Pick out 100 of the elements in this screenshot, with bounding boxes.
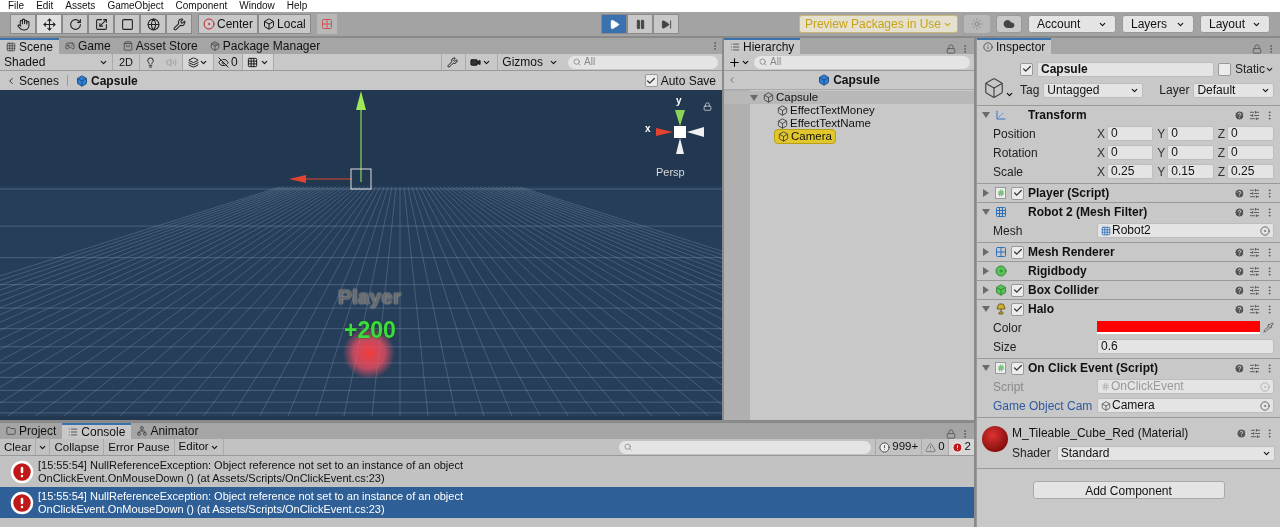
pause-icon[interactable] bbox=[634, 18, 646, 30]
help-icon[interactable] bbox=[1234, 362, 1245, 374]
caret-icon[interactable] bbox=[982, 111, 990, 119]
target-icon[interactable] bbox=[1260, 225, 1270, 236]
console-entry[interactable]: [15:55:54] NullReferenceException: Object reference not set to an instance of an object OnClickEvent.OnMouseDown () (at Assets/Scripts/OnClickEvent.cs:23) bbox=[0, 456, 974, 487]
presets-icon[interactable] bbox=[1250, 427, 1261, 439]
grid-icon[interactable] bbox=[246, 56, 258, 68]
cube-icon[interactable] bbox=[76, 74, 89, 87]
panel-tab[interactable]: Inspector bbox=[977, 38, 1052, 54]
panel-tab[interactable]: Scene bbox=[0, 38, 60, 54]
error-count-toggle[interactable]: 2 bbox=[947, 439, 974, 455]
menu-item[interactable]: Assets bbox=[65, 0, 96, 12]
layer-dropdown[interactable]: Default bbox=[1193, 82, 1274, 98]
caret-icon[interactable] bbox=[982, 305, 990, 313]
camera-icon[interactable] bbox=[470, 56, 482, 68]
menu-item[interactable]: GameObject bbox=[107, 0, 164, 12]
shader-dropdown[interactable]: Standard bbox=[1056, 445, 1275, 461]
effects-dropdown[interactable] bbox=[182, 54, 215, 70]
rect-icon[interactable] bbox=[120, 17, 134, 31]
warning-count-toggle[interactable]: 0 bbox=[921, 439, 948, 455]
cube-icon[interactable] bbox=[777, 105, 788, 116]
object-field[interactable]: Camera bbox=[1097, 398, 1274, 413]
breadcrumb-link[interactable]: Capsule bbox=[76, 71, 138, 90]
panel-tab[interactable]: Game bbox=[59, 38, 117, 54]
back-icon[interactable] bbox=[6, 75, 16, 86]
panel-tab[interactable]: Console bbox=[62, 423, 132, 439]
component-title[interactable]: Rigidbody bbox=[1028, 262, 1230, 280]
wrench-icon[interactable] bbox=[447, 56, 459, 68]
add-component-button[interactable]: Add Component bbox=[1032, 481, 1225, 499]
number-field[interactable]: 0 bbox=[1227, 145, 1274, 160]
cube-icon[interactable] bbox=[263, 18, 276, 30]
number-field[interactable]: 0 bbox=[1107, 126, 1154, 141]
help-icon[interactable] bbox=[1234, 187, 1245, 199]
custom-tool-button[interactable] bbox=[166, 14, 192, 34]
component-title[interactable]: Player (Script) bbox=[1028, 184, 1230, 202]
info-icon[interactable] bbox=[879, 441, 891, 453]
target-icon[interactable] bbox=[1260, 400, 1270, 411]
caret-icon[interactable] bbox=[982, 364, 990, 372]
menu-item[interactable]: Help bbox=[286, 0, 308, 12]
help-icon[interactable] bbox=[1234, 109, 1245, 121]
hierarchy-item[interactable]: EffectTextName bbox=[774, 117, 874, 130]
number-field[interactable]: 0.25 bbox=[1227, 164, 1274, 179]
layout-dropdown[interactable]: Layout bbox=[1200, 15, 1270, 33]
play-button[interactable] bbox=[601, 14, 627, 34]
layers-dropdown[interactable]: Layers bbox=[1122, 15, 1194, 33]
space-button[interactable]: Local bbox=[258, 14, 311, 34]
add-button[interactable] bbox=[728, 55, 750, 69]
panel-tab[interactable]: Package Manager bbox=[203, 38, 327, 54]
lightbulb-icon[interactable] bbox=[145, 56, 157, 68]
rect-tool-button[interactable] bbox=[114, 14, 140, 34]
hand-tool-button[interactable] bbox=[10, 14, 36, 34]
help-icon[interactable] bbox=[1234, 284, 1245, 296]
panel-tab[interactable]: Animator bbox=[131, 423, 205, 439]
number-field[interactable]: 0 bbox=[1167, 145, 1214, 160]
number-field[interactable]: 0.15 bbox=[1167, 164, 1214, 179]
projection-label[interactable]: Persp bbox=[656, 167, 685, 178]
rotate-tool-button[interactable] bbox=[62, 14, 88, 34]
component-title[interactable]: Halo bbox=[1028, 300, 1230, 318]
account-dropdown[interactable]: Account bbox=[1028, 15, 1116, 33]
pivot-icon[interactable] bbox=[203, 18, 215, 30]
wrench-icon[interactable] bbox=[172, 17, 186, 31]
error-icon[interactable] bbox=[951, 441, 963, 453]
number-field[interactable]: 0 bbox=[1227, 126, 1274, 141]
log-count-toggle[interactable]: 999+ bbox=[875, 439, 922, 455]
step-button[interactable] bbox=[653, 14, 679, 34]
presets-icon[interactable] bbox=[1249, 246, 1260, 258]
eye-off-icon[interactable] bbox=[218, 56, 230, 68]
console-entry[interactable]: [15:55:54] NullReferenceException: Object reference not set to an instance of an object OnClickEvent.OnMouseDown () (at Assets/Scripts/OnClickEvent.cs:23) bbox=[0, 487, 974, 518]
component-title[interactable]: Box Collider bbox=[1028, 281, 1230, 299]
caret-icon[interactable] bbox=[982, 189, 990, 197]
color-field[interactable] bbox=[1097, 321, 1260, 334]
caret-icon[interactable] bbox=[750, 93, 758, 102]
collapse-button[interactable]: Collapse bbox=[50, 439, 105, 455]
move-icon[interactable] bbox=[42, 17, 56, 31]
menu-item[interactable]: File bbox=[8, 0, 25, 12]
step-icon[interactable] bbox=[660, 18, 672, 30]
help-icon[interactable] bbox=[1234, 206, 1245, 218]
hand-icon[interactable] bbox=[16, 17, 30, 31]
presets-icon[interactable] bbox=[1249, 362, 1260, 374]
help-icon[interactable] bbox=[1234, 246, 1245, 258]
cube-icon[interactable] bbox=[777, 118, 788, 129]
grid-dropdown[interactable] bbox=[241, 54, 274, 70]
package-icon[interactable] bbox=[209, 41, 220, 51]
panel-tab[interactable]: Hierarchy bbox=[724, 38, 801, 54]
caret-icon[interactable] bbox=[982, 267, 990, 275]
static-dropdown[interactable]: Static bbox=[1235, 60, 1274, 78]
tag-dropdown[interactable]: Untagged bbox=[1043, 82, 1144, 98]
pause-button[interactable] bbox=[627, 14, 653, 34]
name-field[interactable]: Capsule bbox=[1037, 61, 1214, 77]
panel-tab[interactable]: Project bbox=[0, 423, 63, 439]
number-field[interactable]: 0.6 bbox=[1097, 339, 1274, 354]
plus-icon[interactable] bbox=[728, 55, 741, 69]
gamepad-icon[interactable] bbox=[65, 41, 76, 51]
rotate-icon[interactable] bbox=[68, 17, 82, 31]
number-field[interactable]: 0 bbox=[1107, 145, 1154, 160]
lock-icon[interactable] bbox=[946, 429, 956, 439]
component-title[interactable]: Robot 2 (Mesh Filter) bbox=[1028, 203, 1230, 221]
error-pause-button[interactable]: Error Pause bbox=[104, 439, 175, 455]
move-tool-button[interactable] bbox=[36, 14, 62, 34]
object-field[interactable]: Robot2 bbox=[1097, 223, 1274, 238]
